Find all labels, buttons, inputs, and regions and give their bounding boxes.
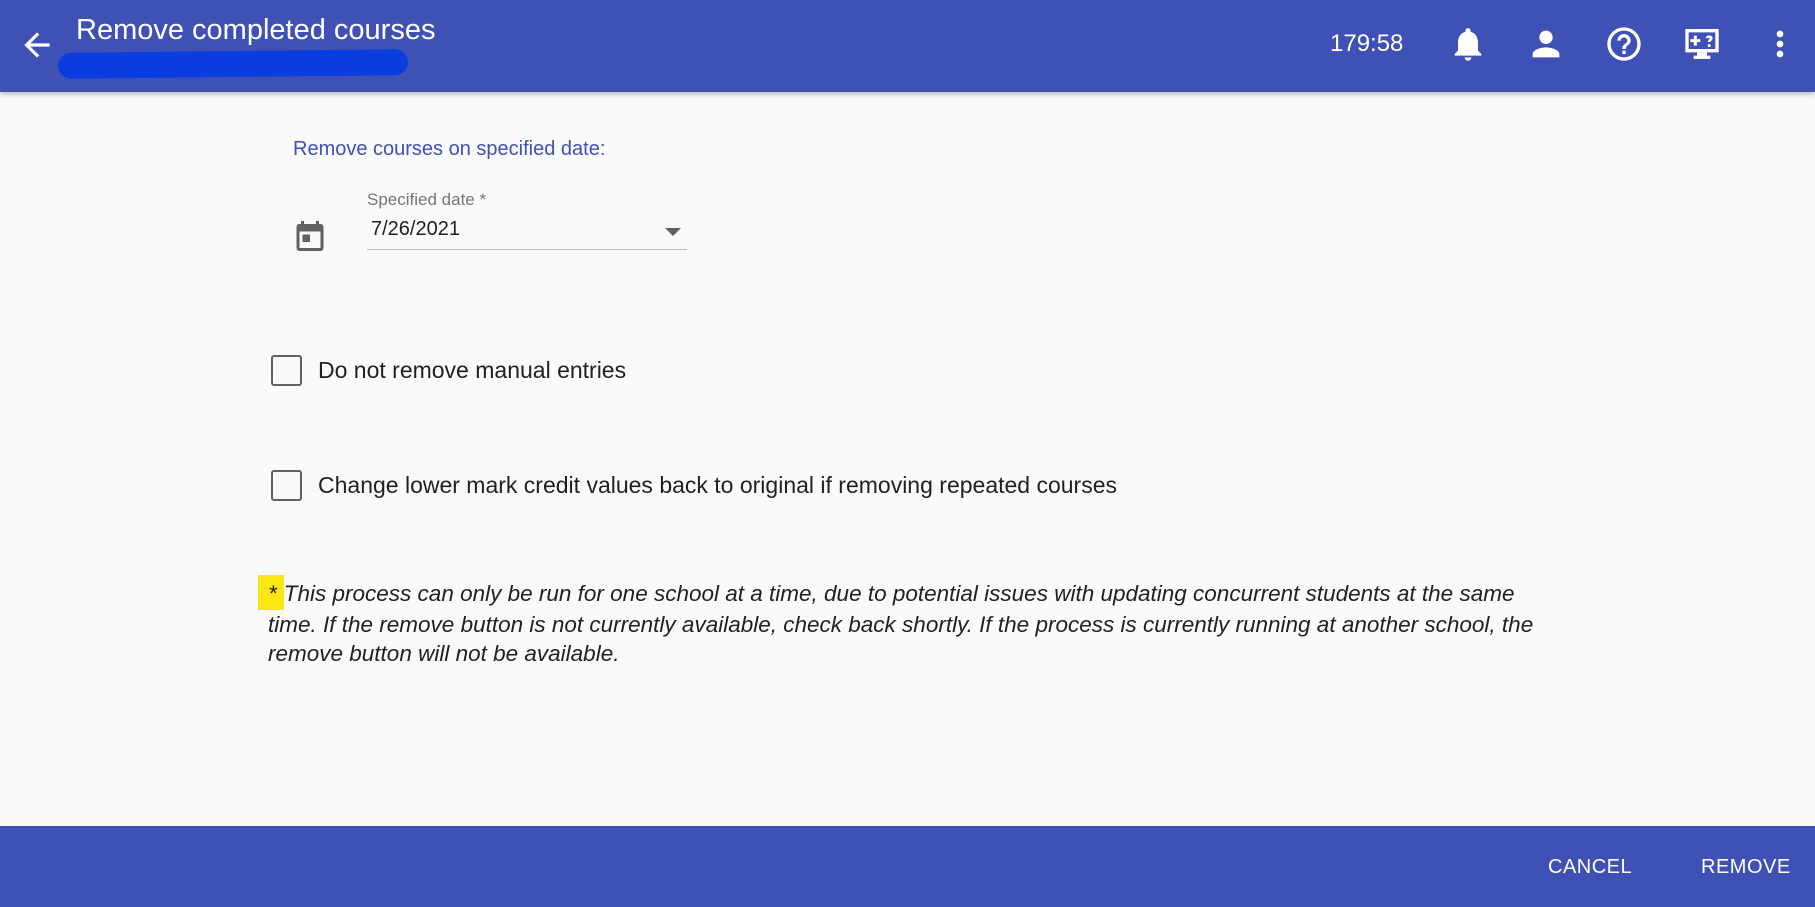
note-asterisk: * bbox=[258, 575, 284, 610]
session-timer: 179:58 bbox=[1330, 30, 1404, 57]
cancel-button[interactable]: CANCEL bbox=[1548, 848, 1632, 886]
credit-values-checkbox[interactable] bbox=[271, 469, 302, 501]
redaction-mark bbox=[57, 49, 409, 79]
bell-icon[interactable] bbox=[1448, 24, 1488, 64]
action-bar: CANCEL REMOVE bbox=[0, 826, 1815, 907]
app-bar: Remove completed courses 179:58 bbox=[0, 0, 1815, 92]
section-label: Remove courses on specified date: bbox=[293, 138, 606, 160]
specified-date-field[interactable]: Specified date * 7/26/2021 bbox=[367, 190, 687, 252]
info-note: * This process can only be run for one sc… bbox=[258, 575, 1568, 668]
manual-entries-checkbox[interactable] bbox=[271, 354, 302, 386]
field-underline bbox=[367, 249, 687, 250]
main-content: Remove courses on specified date: Specif… bbox=[0, 92, 1815, 825]
note-text: This process can only be run for one sch… bbox=[268, 581, 1534, 666]
more-vert-icon[interactable] bbox=[1760, 24, 1800, 64]
checkbox-row-credit-values[interactable]: Change lower mark credit values back to … bbox=[271, 467, 1117, 503]
checkbox-row-manual-entries[interactable]: Do not remove manual entries bbox=[271, 352, 626, 388]
help-circle-icon[interactable] bbox=[1604, 24, 1644, 64]
date-field-value[interactable]: 7/26/2021 bbox=[371, 218, 460, 241]
remove-button[interactable]: REMOVE bbox=[1701, 848, 1791, 886]
back-arrow-icon[interactable] bbox=[18, 26, 56, 64]
dropdown-arrow-icon[interactable] bbox=[665, 228, 681, 236]
screen-help-icon[interactable] bbox=[1682, 24, 1722, 64]
page-title: Remove completed courses bbox=[76, 14, 436, 46]
calendar-icon bbox=[292, 218, 328, 254]
checkbox-label: Do not remove manual entries bbox=[318, 356, 627, 383]
checkbox-label: Change lower mark credit values back to … bbox=[318, 471, 1118, 498]
person-icon[interactable] bbox=[1526, 24, 1566, 64]
date-field-label: Specified date * bbox=[367, 190, 487, 209]
